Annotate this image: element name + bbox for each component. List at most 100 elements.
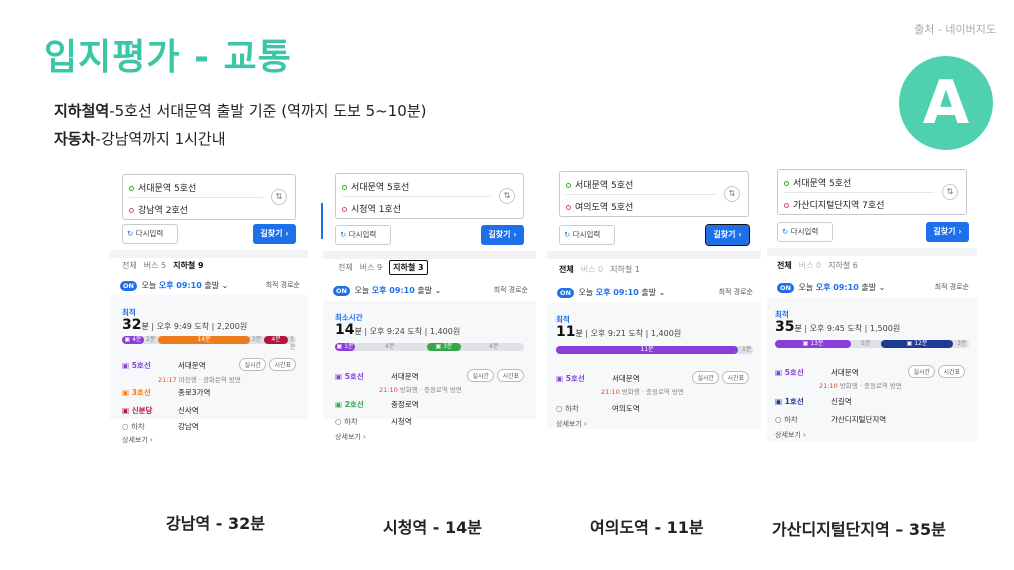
destination-field[interactable]: 가산디지털단지역 7호선 xyxy=(784,198,884,211)
stop-row: ▣ 신분당 신사역 xyxy=(122,405,296,417)
destination-field[interactable]: 여의도역 5호선 xyxy=(566,200,633,213)
destination-text: 시청역 1호선 xyxy=(351,205,401,215)
redo-label: 다시입력 xyxy=(572,230,601,239)
station-name: 강남역 xyxy=(178,422,199,431)
tab-all[interactable]: 전체 xyxy=(338,263,353,272)
refresh-icon: ↻ xyxy=(340,230,347,239)
tab-bus[interactable]: 버스 5 xyxy=(144,261,166,270)
train-info: 21:10 방화행 · 충정로역 방면 xyxy=(601,388,684,396)
tab-subway[interactable]: 지하철 3 xyxy=(389,260,428,275)
route-search-box[interactable]: 서대문역 5호선 강남역 2호선 ⇅ xyxy=(122,174,296,220)
origin-field[interactable]: 서대문역 5호선 xyxy=(784,176,851,189)
on-toggle[interactable]: ON xyxy=(557,288,574,298)
details-link[interactable]: 상세보기 › xyxy=(556,419,587,429)
caption-gangnam: 강남역 - 32분 xyxy=(166,514,265,533)
route-search-box[interactable]: 서대문역 5호선 여의도역 5호선 ⇅ xyxy=(559,171,749,217)
chevron-down-icon: ⌄ xyxy=(221,281,229,290)
departure-row[interactable]: ON 오늘 오후 09:10 출발 ⌄ 최적 경로순 xyxy=(777,282,969,293)
destination-field[interactable]: 강남역 2호선 xyxy=(129,203,188,216)
find-route-button[interactable]: 길찾기 › xyxy=(926,222,969,242)
destination-text: 여의도역 5호선 xyxy=(575,203,634,213)
details-link[interactable]: 상세보기 › xyxy=(335,432,366,442)
tab-subway[interactable]: 지하철 1 xyxy=(610,265,640,274)
route-search-box[interactable]: 서대문역 5호선 시청역 1호선 ⇅ xyxy=(335,173,524,219)
swap-icon[interactable]: ⇅ xyxy=(271,189,287,205)
car-description: 자동차-강남역까지 1시간내 xyxy=(54,128,226,149)
destination-field[interactable]: 시청역 1호선 xyxy=(342,202,401,215)
sort-select[interactable]: 최적 경로순 xyxy=(266,280,300,290)
line-label: ▣ 2호선 xyxy=(335,400,364,409)
timetable-button[interactable]: 시간표 xyxy=(722,371,749,384)
sort-select[interactable]: 최적 경로순 xyxy=(935,282,969,292)
origin-field[interactable]: 서대문역 5호선 xyxy=(342,180,409,193)
tab-bus[interactable]: 버스 0 xyxy=(799,261,821,270)
station-name: 서대문역 xyxy=(178,361,206,370)
realtime-button[interactable]: 실시간 xyxy=(239,358,266,371)
duration-unit: 분 xyxy=(794,324,802,333)
segment-line1: ▣ 12분 xyxy=(881,340,953,348)
station-name: 가산디지털단지역 xyxy=(831,415,887,424)
transport-tabs: 전체 버스 9 지하철 3 xyxy=(338,260,435,275)
spacer xyxy=(323,251,536,259)
route-search-box[interactable]: 서대문역 5호선 가산디지털단지역 7호선 ⇅ xyxy=(777,169,967,215)
find-route-button[interactable]: 길찾기 › xyxy=(705,224,750,246)
refresh-icon: ↻ xyxy=(564,230,571,239)
tab-all[interactable]: 전체 xyxy=(559,265,574,274)
redo-button[interactable]: ↻ 다시입력 xyxy=(559,225,615,245)
timetable-button[interactable]: 시간표 xyxy=(938,365,965,378)
redo-label: 다시입력 xyxy=(348,230,377,239)
on-toggle[interactable]: ON xyxy=(120,281,137,291)
duration-row: 11분 | 오후 9:21 도착 | 1,400원 xyxy=(556,324,682,340)
segment-shinbundang: 4분 xyxy=(264,336,288,344)
duration-minutes: 14 xyxy=(335,322,355,338)
arrive-time: 오후 9:21 도착 xyxy=(590,329,644,338)
tab-bus[interactable]: 버스 9 xyxy=(360,263,382,272)
redo-button[interactable]: ↻ 다시입력 xyxy=(777,222,833,242)
swap-icon[interactable]: ⇅ xyxy=(499,188,515,204)
refresh-icon: ↻ xyxy=(127,229,134,238)
origin-field[interactable]: 서대문역 5호선 xyxy=(566,178,633,191)
realtime-button[interactable]: 실시간 xyxy=(908,365,935,378)
timetable-button[interactable]: 시간표 xyxy=(269,358,296,371)
subway-label: 지하철역 xyxy=(54,102,110,120)
realtime-button[interactable]: 실시간 xyxy=(692,371,719,384)
exit-label: ○ 하차 xyxy=(775,415,798,424)
on-toggle[interactable]: ON xyxy=(333,286,350,296)
origin-text: 서대문역 5호선 xyxy=(575,181,634,191)
swap-icon[interactable]: ⇅ xyxy=(942,184,958,200)
details-link[interactable]: 상세보기 › xyxy=(122,435,153,445)
origin-text: 서대문역 5호선 xyxy=(138,184,197,194)
sort-select[interactable]: 최적 경로순 xyxy=(494,285,528,295)
timetable-button[interactable]: 시간표 xyxy=(497,369,524,382)
tab-all[interactable]: 전체 xyxy=(122,261,137,270)
swap-icon[interactable]: ⇅ xyxy=(724,186,740,202)
redo-button[interactable]: ↻ 다시입력 xyxy=(122,224,178,244)
fare: 1,400원 xyxy=(429,327,461,336)
stop-row: ▣ 2호선 충정로역 xyxy=(335,399,524,411)
departure-row[interactable]: ON 오늘 오후 09:10 출발 ⌄ 최적 경로순 xyxy=(333,285,528,296)
today-label: 오늘 xyxy=(354,286,370,295)
stop-row: ○ 하차 여의도역 xyxy=(556,403,749,415)
walk-time: 4분 xyxy=(489,343,499,350)
find-route-button[interactable]: 길찾기 › xyxy=(481,225,524,245)
depart-label: 출발 xyxy=(204,281,220,290)
origin-field[interactable]: 서대문역 5호선 xyxy=(129,181,196,194)
stop-row: ▣ 5호선 서대문역 실시간 시간표 xyxy=(556,371,749,385)
sort-select[interactable]: 최적 경로순 xyxy=(719,287,753,297)
departure-row[interactable]: ON 오늘 오후 09:10 출발 ⌄ 최적 경로순 xyxy=(557,287,753,298)
details-link[interactable]: 상세보기 › xyxy=(775,430,806,440)
find-route-button[interactable]: 길찾기 › xyxy=(253,224,296,244)
route-panel-gasan: 서대문역 5호선 가산디지털단지역 7호선 ⇅ ↻ 다시입력 길찾기 › 전체 버… xyxy=(767,169,977,441)
tab-bus[interactable]: 버스 0 xyxy=(581,265,603,274)
arrive-time: 오후 9:45 도착 xyxy=(809,324,863,333)
route-panel-gangnam: 서대문역 5호선 강남역 2호선 ⇅ ↻ 다시입력 길찾기 › 전체 버스 5 지하… xyxy=(110,174,308,446)
tab-subway[interactable]: 지하철 6 xyxy=(828,261,858,270)
realtime-button[interactable]: 실시간 xyxy=(467,369,494,382)
redo-button[interactable]: ↻ 다시입력 xyxy=(335,225,391,245)
departure-row[interactable]: ON 오늘 오후 09:10 출발 ⌄ 최적 경로순 xyxy=(120,280,300,291)
tab-subway[interactable]: 지하철 9 xyxy=(173,261,203,270)
duration-minutes: 35 xyxy=(775,319,795,335)
on-toggle[interactable]: ON xyxy=(777,283,794,293)
tab-all[interactable]: 전체 xyxy=(777,261,792,270)
origin-dot-icon xyxy=(566,183,571,188)
